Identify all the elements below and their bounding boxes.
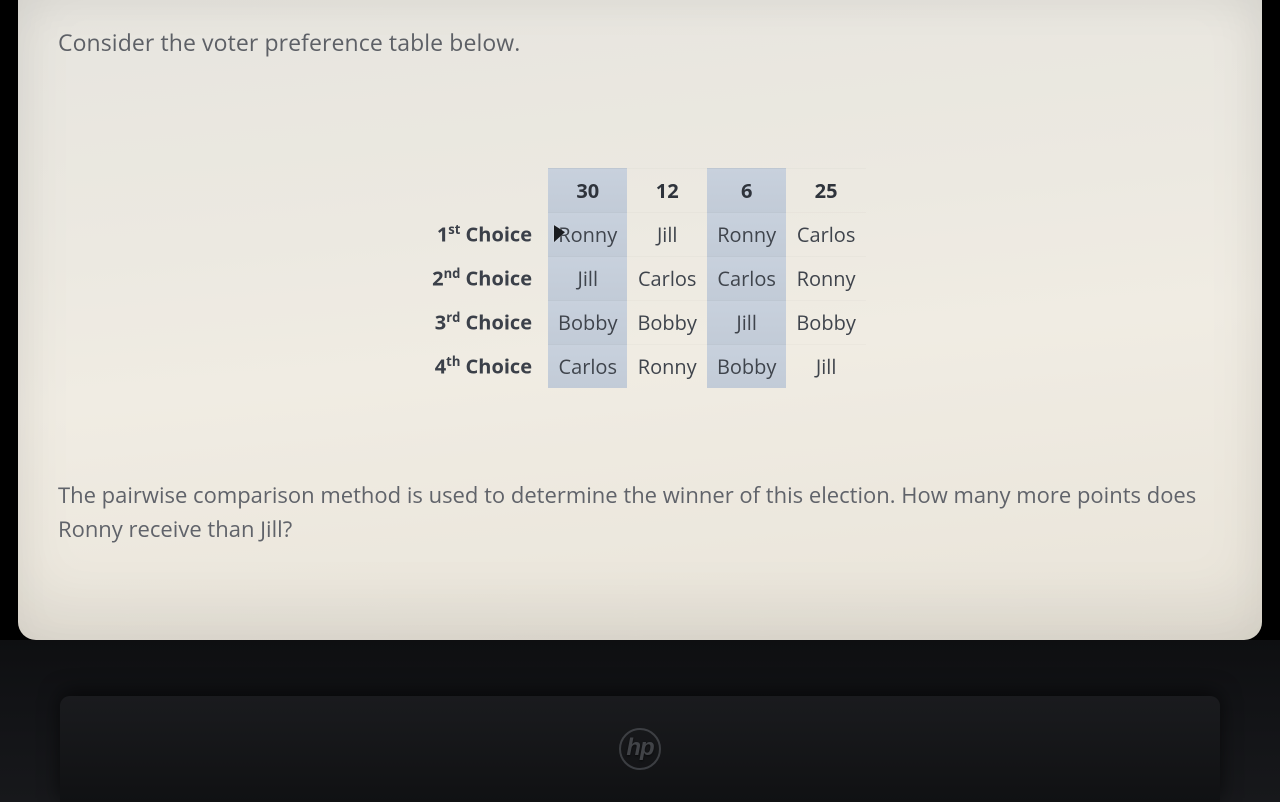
row-label-ord: nd xyxy=(444,264,461,282)
voter-count-row: 30 12 6 25 xyxy=(422,168,866,212)
cell-r2-c1: Jill xyxy=(548,256,627,300)
count-col-3: 6 xyxy=(707,168,786,212)
hp-logo-text: hp xyxy=(619,728,661,770)
cell-r1-c4: Carlos xyxy=(786,212,865,256)
row-label-ord: st xyxy=(448,220,460,238)
cell-r3-c1: Bobby xyxy=(548,300,627,344)
row-label-3: 3rd Choice xyxy=(422,300,548,344)
count-col-2: 12 xyxy=(627,168,706,212)
row-label-num: 2 xyxy=(432,265,443,292)
screen: Consider the voter preference table belo… xyxy=(0,0,1280,802)
row-label-2: 2nd Choice xyxy=(422,256,548,300)
cell-r1-c2: Jill xyxy=(627,212,706,256)
cell-r2-c3: Carlos xyxy=(707,256,786,300)
table-row: 4th Choice Carlos Ronny Bobby Jill xyxy=(422,344,866,388)
row-label-word: Choice xyxy=(460,221,532,248)
cell-r3-c3: Jill xyxy=(707,300,786,344)
row-label-ord: rd xyxy=(446,308,460,326)
table-row: 1st Choice Ronny Jill Ronny Carlos xyxy=(422,212,866,256)
preference-table: 30 12 6 25 1st Choice Ronny Jill Ronny C… xyxy=(422,168,866,388)
table-row: 2nd Choice Jill Carlos Carlos Ronny xyxy=(422,256,866,300)
row-label-1: 1st Choice xyxy=(422,212,548,256)
cell-r1-c1: Ronny xyxy=(548,212,627,256)
cell-r4-c3: Bobby xyxy=(707,344,786,388)
row-label-num: 4 xyxy=(435,353,446,380)
row-label-word: Choice xyxy=(460,309,532,336)
question-panel: Consider the voter preference table belo… xyxy=(18,0,1262,640)
row-label-word: Choice xyxy=(460,265,532,292)
cell-r4-c4: Jill xyxy=(786,344,865,388)
cell-r2-c4: Ronny xyxy=(786,256,865,300)
table-row: 3rd Choice Bobby Bobby Jill Bobby xyxy=(422,300,866,344)
row-label-4: 4th Choice xyxy=(422,344,548,388)
cell-r3-c2: Bobby xyxy=(627,300,706,344)
monitor-bezel: hp xyxy=(0,640,1280,802)
row-label-num: 1 xyxy=(437,221,448,248)
row-label-num: 3 xyxy=(435,309,446,336)
count-col-4: 25 xyxy=(786,168,865,212)
cell-r1-c3: Ronny xyxy=(707,212,786,256)
preference-table-wrap: 30 12 6 25 1st Choice Ronny Jill Ronny C… xyxy=(58,168,1230,388)
question-text: The pairwise comparison method is used t… xyxy=(58,478,1208,546)
row-label-ord: th xyxy=(446,352,460,370)
count-col-1: 30 xyxy=(548,168,627,212)
cell-r4-c1: Carlos xyxy=(548,344,627,388)
cell-r2-c2: Carlos xyxy=(627,256,706,300)
hp-logo: hp xyxy=(619,728,661,770)
cell-r4-c2: Ronny xyxy=(627,344,706,388)
cell-r3-c4: Bobby xyxy=(786,300,865,344)
intro-text: Consider the voter preference table belo… xyxy=(58,26,1230,58)
empty-header xyxy=(422,168,548,212)
row-label-word: Choice xyxy=(460,353,532,380)
